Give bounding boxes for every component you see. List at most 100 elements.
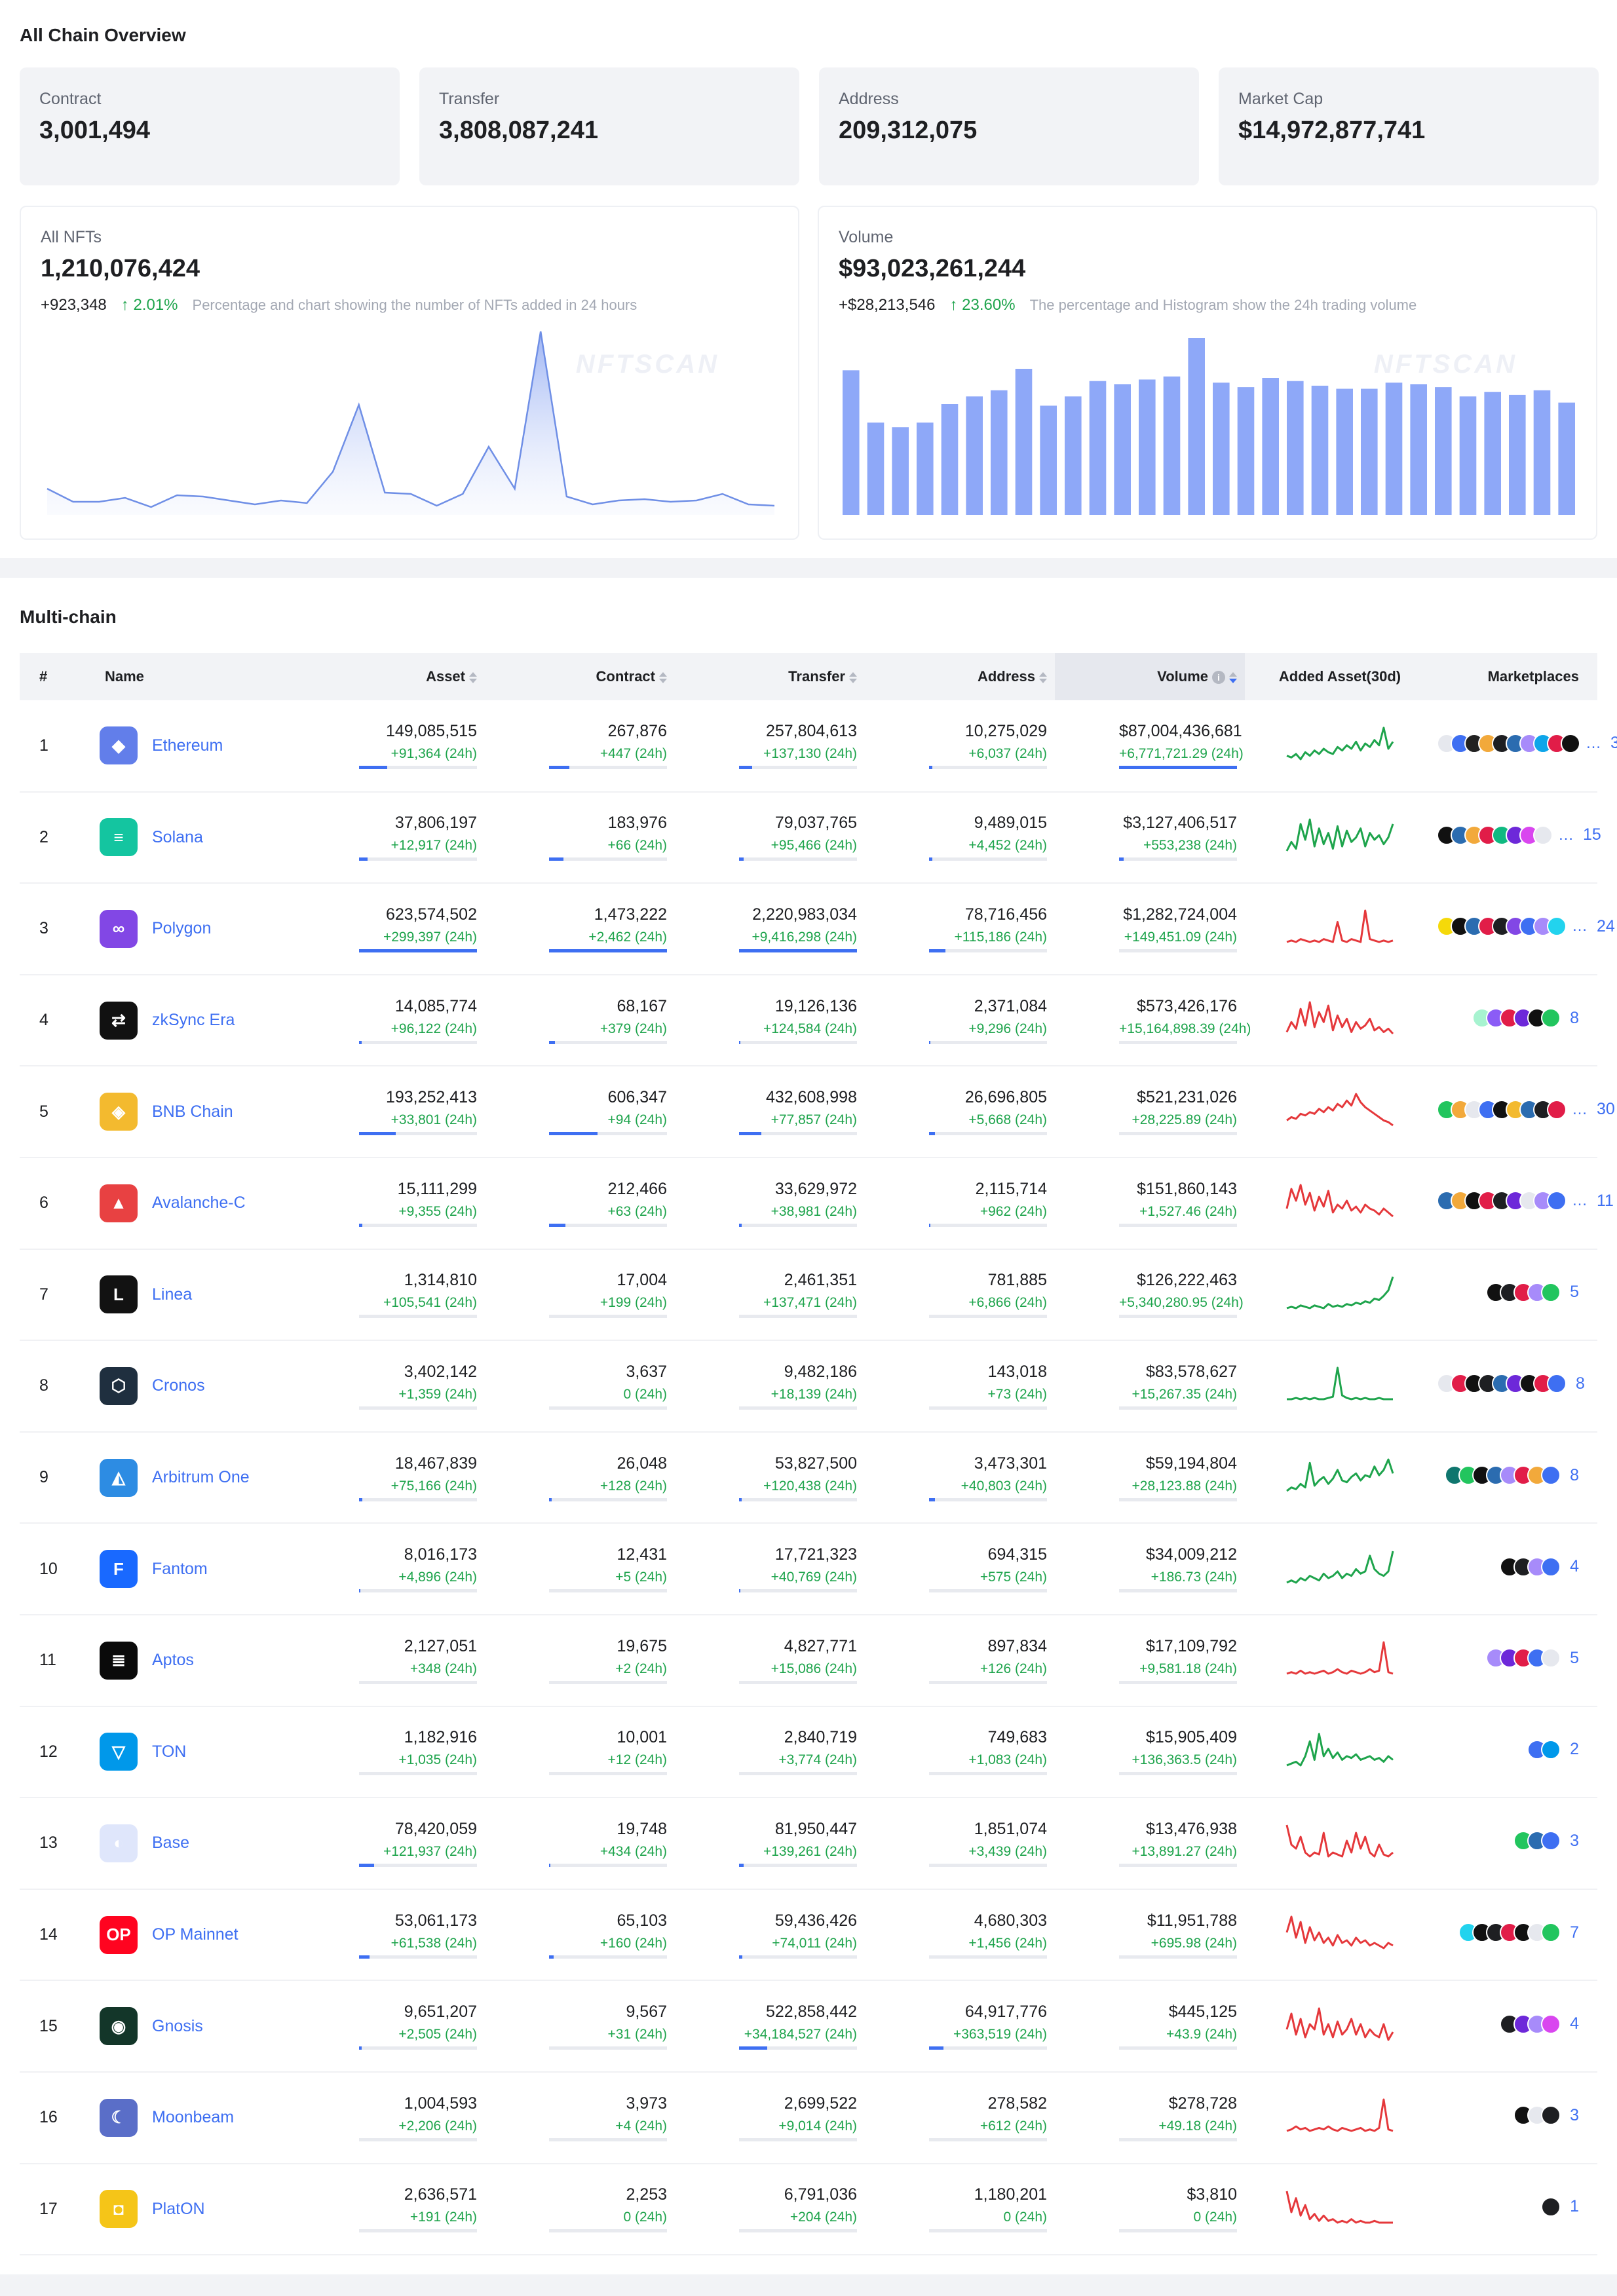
chain-link[interactable]: ⇄ zkSync Era: [100, 1001, 300, 1040]
row-asset: 149,085,515 +91,364 (24h): [308, 700, 485, 792]
transfer-value: 9,482,186: [784, 1362, 857, 1381]
table-row[interactable]: 5 ◈ BNB Chain 193,252,413 +33,801 (24h) 606,3…: [20, 1066, 1615, 1157]
contract-change: +4 (24h): [615, 2118, 667, 2134]
chain-link[interactable]: ∞ Polygon: [100, 909, 300, 948]
asset-metric: 1,004,593 +2,206 (24h): [359, 2094, 477, 2141]
table-row[interactable]: 10 F Fantom 8,016,173 +4,896 (24h) 12,431 +5 (…: [20, 1523, 1597, 1615]
table-row[interactable]: 13 ◐ Base 78,420,059 +121,937 (24h) 19,748 +43…: [20, 1797, 1597, 1889]
chain-name: Polygon: [152, 919, 212, 938]
added-asset-sparkline: [1286, 909, 1394, 943]
marketplace-logos[interactable]: 8: [1472, 1008, 1579, 1028]
marketplace-logos[interactable]: 8: [1437, 1374, 1585, 1394]
table-row[interactable]: 17 ◘ PlatON 2,636,571 +191 (24h) 2,253 0 (24h)…: [20, 2164, 1597, 2255]
chain-link[interactable]: F Fantom: [100, 1550, 300, 1589]
marketplace-logos[interactable]: 8: [1445, 1465, 1579, 1486]
address-value: 78,716,456: [964, 905, 1047, 924]
row-name-cell: ◭ Arbitrum One: [92, 1432, 308, 1524]
col-asset[interactable]: Asset: [308, 653, 485, 700]
contract-share-bar: [549, 2229, 667, 2233]
table-row[interactable]: 7 L Linea 1,314,810 +105,541 (24h) 17,004 +199…: [20, 1249, 1597, 1341]
col-transfer-label: Transfer: [788, 668, 845, 685]
row-added-asset: [1245, 2072, 1435, 2164]
table-row[interactable]: 8 ⬡ Cronos 3,402,142 +1,359 (24h) 3,637 0 (24h…: [20, 1340, 1597, 1432]
row-name-cell: ▽ TON: [92, 1706, 308, 1798]
marketplace-logos[interactable]: 4: [1500, 1556, 1579, 1577]
chain-link[interactable]: L Linea: [100, 1275, 300, 1314]
transfer-change: +9,416,298 (24h): [751, 929, 857, 945]
marketplace-logos[interactable]: … 11: [1437, 1191, 1614, 1211]
chain-link[interactable]: ◉ Gnosis: [100, 2007, 300, 2046]
row-transfer: 257,804,613 +137,130 (24h): [675, 700, 865, 792]
table-row[interactable]: 9 ◭ Arbitrum One 18,467,839 +75,166 (24h) 26,…: [20, 1432, 1597, 1524]
asset-change: +33,801 (24h): [390, 1112, 477, 1128]
volume-value: $151,860,143: [1137, 1179, 1237, 1198]
transfer-value: 4,827,771: [784, 1636, 857, 1655]
row-name-cell: L Linea: [92, 1249, 308, 1341]
marketplace-logos[interactable]: … 15: [1437, 825, 1601, 845]
table-row[interactable]: 14 OP OP Mainnet 53,061,173 +61,538 (24h) 65,…: [20, 1889, 1597, 1981]
chain-link[interactable]: ☾ Moonbeam: [100, 2098, 300, 2137]
row-name-cell: ☾ Moonbeam: [92, 2072, 308, 2164]
col-transfer[interactable]: Transfer: [675, 653, 865, 700]
added-asset-sparkline: [1285, 1915, 1394, 1949]
marketplace-logos[interactable]: 4: [1500, 2014, 1579, 2034]
row-name-cell: ▲ Avalanche-C: [92, 1157, 308, 1249]
table-row[interactable]: 1 ◆ Ethereum 149,085,515 +91,364 (24h) 267,87…: [20, 700, 1617, 792]
row-address: 3,473,301 +40,803 (24h): [865, 1432, 1055, 1524]
table-row[interactable]: 3 ∞ Polygon 623,574,502 +299,397 (24h) 1,473,…: [20, 883, 1615, 975]
chain-logo-glyph: ◘: [113, 2198, 124, 2219]
chain-link[interactable]: ◘ PlatON: [100, 2190, 300, 2229]
contract-change: +66 (24h): [607, 838, 667, 854]
chain-link[interactable]: ≡ Solana: [100, 818, 300, 857]
table-header: # Name Asset Contract Transfer Address V…: [20, 653, 1597, 700]
chain-logo-icon: ▲: [100, 1184, 138, 1222]
address-value: 897,834: [987, 1636, 1047, 1655]
table-row[interactable]: 12 ▽ TON 1,182,916 +1,035 (24h) 10,001 +12 (24…: [20, 1706, 1597, 1798]
marketplace-logos[interactable]: 5: [1486, 1648, 1579, 1668]
marketplace-logos[interactable]: 1: [1541, 2196, 1579, 2217]
col-contract[interactable]: Contract: [485, 653, 675, 700]
address-metric: 278,582 +612 (24h): [929, 2094, 1047, 2141]
chain-link[interactable]: ◆ Ethereum: [100, 726, 300, 765]
col-address[interactable]: Address: [865, 653, 1055, 700]
chain-link[interactable]: ◐ Base: [100, 1824, 300, 1862]
contract-metric: 10,001 +12 (24h): [549, 1728, 667, 1776]
table-row[interactable]: 16 ☾ Moonbeam 1,004,593 +2,206 (24h) 3,973 +4 …: [20, 2072, 1597, 2164]
col-volume[interactable]: Volume i: [1055, 653, 1245, 700]
row-rank: 15: [39, 2016, 58, 2035]
table-row[interactable]: 15 ◉ Gnosis 9,651,207 +2,505 (24h) 9,567 +31 (…: [20, 1980, 1597, 2072]
table-row[interactable]: 4 ⇄ zkSync Era 14,085,774 +96,122 (24h) 68,16…: [20, 975, 1597, 1066]
chain-link[interactable]: ▽ TON: [100, 1733, 300, 1771]
marketplace-logos[interactable]: 3: [1513, 1831, 1579, 1851]
volume-share-bar: [1119, 1863, 1237, 1867]
row-rank: 4: [39, 1011, 48, 1030]
chain-link[interactable]: ⬡ Cronos: [100, 1366, 300, 1405]
transfer-value: 79,037,765: [774, 814, 857, 833]
marketplace-logos[interactable]: 2: [1527, 1739, 1579, 1760]
marketplace-logos[interactable]: … 30: [1437, 1099, 1615, 1120]
marketplace-logos[interactable]: 7: [1458, 1923, 1579, 1943]
marketplace-logos[interactable]: 3: [1513, 2105, 1579, 2126]
marketplace-logos[interactable]: … 38: [1437, 733, 1617, 753]
info-icon[interactable]: i: [1212, 671, 1225, 685]
chain-link[interactable]: ▲ Avalanche-C: [100, 1184, 300, 1222]
volume-bar: [1311, 385, 1329, 515]
row-volume: $83,578,627 +15,267.35 (24h): [1055, 1340, 1245, 1432]
asset-value: 2,127,051: [404, 1636, 477, 1655]
table-row[interactable]: 11 ≣ Aptos 2,127,051 +348 (24h) 19,675 +2 (24h…: [20, 1615, 1597, 1706]
address-value: 64,917,776: [964, 2003, 1047, 2022]
table-row[interactable]: 6 ▲ Avalanche-C 15,111,299 +9,355 (24h) 212,4…: [20, 1157, 1614, 1249]
chain-link[interactable]: ≣ Aptos: [100, 1641, 300, 1680]
table-row[interactable]: 2 ≡ Solana 37,806,197 +12,917 (24h) 183,976 +6…: [20, 792, 1601, 884]
asset-metric: 15,111,299 +9,355 (24h): [359, 1180, 477, 1227]
marketplace-logos[interactable]: … 24: [1437, 916, 1615, 937]
transfer-metric: 17,721,323 +40,769 (24h): [739, 1545, 857, 1593]
chain-link[interactable]: OP OP Mainnet: [100, 1915, 300, 1954]
asset-share-bar: [359, 1406, 477, 1410]
chain-link[interactable]: ◈ BNB Chain: [100, 1093, 300, 1131]
row-contract: 2,253 0 (24h): [485, 2164, 675, 2255]
chain-logo-glyph: ▲: [110, 1193, 127, 1213]
chain-name: zkSync Era: [152, 1011, 235, 1030]
chain-link[interactable]: ◭ Arbitrum One: [100, 1458, 300, 1497]
marketplace-logos[interactable]: 5: [1486, 1282, 1579, 1302]
